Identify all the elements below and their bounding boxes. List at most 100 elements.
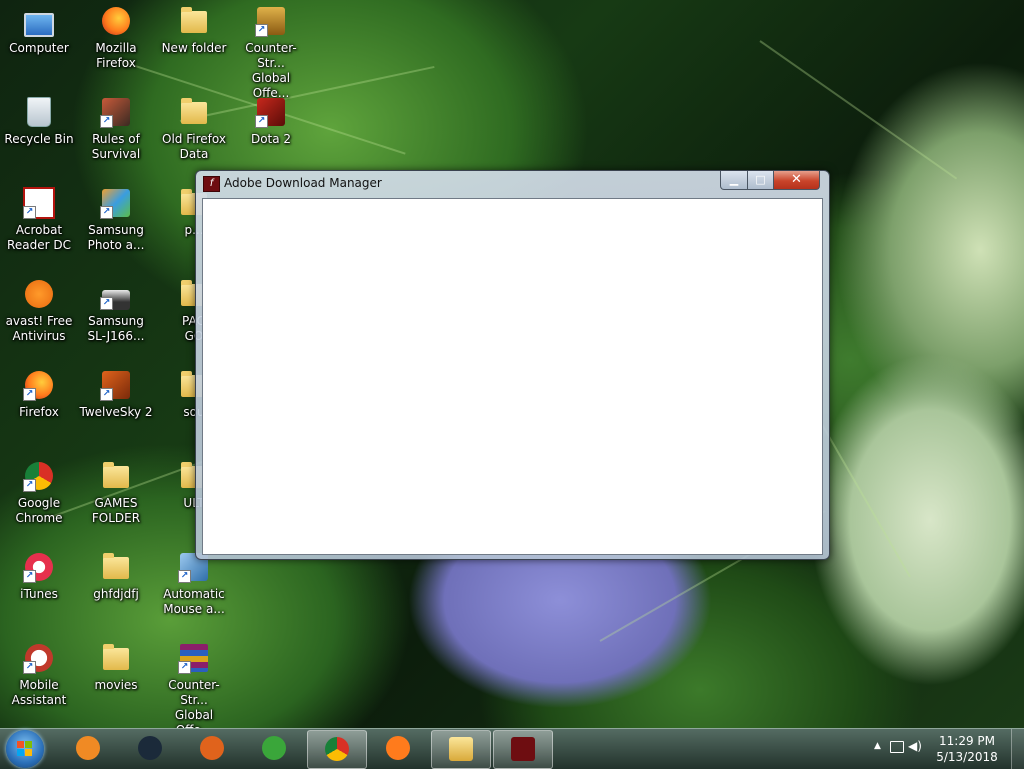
- desktop-icon[interactable]: ↗ iTunes: [1, 551, 77, 602]
- desktop-icon[interactable]: ↗ Counter-Str... Global Offe...: [156, 642, 232, 728]
- desktop-icon[interactable]: ↗ Samsung Photo a...: [78, 187, 154, 253]
- desktop-icon[interactable]: ↗ TwelveSky 2: [78, 369, 154, 420]
- folder-icon: [100, 460, 132, 492]
- desktop-icon[interactable]: Computer: [1, 5, 77, 56]
- maximize-button[interactable]: □: [747, 171, 774, 190]
- desktop-icon[interactable]: ↗ Automatic Mouse a...: [156, 551, 232, 617]
- volume-icon[interactable]: ◀): [908, 739, 922, 753]
- shortcut-arrow-icon: ↗: [178, 570, 191, 583]
- firefox-icon: [100, 5, 132, 37]
- desktop-icon[interactable]: ↗ Samsung SL-J166...: [78, 278, 154, 344]
- desktop-icon-label: Mozilla Firefox: [95, 41, 137, 70]
- desktop-icon-label: Google Chrome: [15, 496, 63, 525]
- taskbar-button-steam[interactable]: [121, 730, 179, 767]
- desktop-icon[interactable]: avast! Free Antivirus: [1, 278, 77, 344]
- chrome-icon: [325, 737, 349, 761]
- taskbar-button-adobe-download-manager[interactable]: [493, 730, 553, 769]
- desktop-icon[interactable]: ↗ Google Chrome: [1, 460, 77, 526]
- desktop-icon[interactable]: ↗ Acrobat Reader DC: [1, 187, 77, 253]
- shortcut-arrow-icon: ↗: [23, 570, 36, 583]
- desktop-icon[interactable]: GAMES FOLDER: [78, 460, 154, 526]
- shortcut-arrow-icon: ↗: [100, 388, 113, 401]
- start-button[interactable]: [6, 730, 44, 768]
- folder-icon: [449, 737, 473, 761]
- window-content-area: [202, 198, 823, 555]
- network-icon[interactable]: [890, 741, 904, 753]
- desktop-icon-label: TwelveSky 2: [79, 405, 153, 419]
- shortcut-arrow-icon: ↗: [100, 206, 113, 219]
- desktop-icon-label: avast! Free Antivirus: [5, 314, 73, 343]
- shortcut-arrow-icon: ↗: [178, 661, 191, 674]
- steam-icon: [138, 736, 162, 760]
- windows-logo-icon: [17, 741, 33, 757]
- desktop-icon-label: Computer: [9, 41, 69, 55]
- adobe-flash-icon: [511, 737, 535, 761]
- shortcut-arrow-icon: ↗: [100, 115, 113, 128]
- folder-icon: [100, 642, 132, 674]
- desktop-icon[interactable]: ghfdjdfj: [78, 551, 154, 602]
- desktop-icon[interactable]: Mozilla Firefox: [78, 5, 154, 71]
- close-button[interactable]: ✕: [773, 171, 820, 190]
- minimize-button[interactable]: ▁: [720, 171, 748, 190]
- printer-icon: ↗: [100, 278, 132, 310]
- desktop-icon-label: movies: [94, 678, 138, 692]
- desktop-icon-label: Firefox: [19, 405, 59, 419]
- desktop-icon-label: Mobile Assistant: [11, 678, 67, 707]
- window-title: Adobe Download Manager: [224, 176, 382, 190]
- desktop-icon[interactable]: Old Firefox Data: [156, 96, 232, 162]
- desktop-icon-label: Acrobat Reader DC: [7, 223, 71, 252]
- computer-icon: [23, 5, 55, 37]
- desktop-icon[interactable]: ↗ Mobile Assistant: [1, 642, 77, 708]
- folder-icon: [178, 5, 210, 37]
- desktop-icon[interactable]: movies: [78, 642, 154, 693]
- desktop-icon[interactable]: ↗ Counter-Str... Global Offe...: [233, 5, 309, 101]
- acrobat-icon: ↗: [23, 187, 55, 219]
- taskbar-button-chrome[interactable]: [307, 730, 367, 769]
- mobile-assistant-icon: ↗: [23, 642, 55, 674]
- desktop-icon-label: Counter-Str... Global Offe...: [245, 41, 297, 100]
- desktop-icon-label: Counter-Str... Global Offe...: [168, 678, 220, 728]
- taskbar-button-firefox[interactable]: [369, 730, 427, 767]
- recycle-bin-icon: [23, 96, 55, 128]
- rules-of-survival-icon: ↗: [100, 96, 132, 128]
- desktop-icon[interactable]: ↗ Dota 2: [233, 96, 309, 147]
- taskbar-button-twelvesky[interactable]: [183, 730, 241, 767]
- clock-time[interactable]: 11:29 PM: [922, 734, 1012, 748]
- system-tray: ▲ ◀) 11:29 PM 5/13/2018: [864, 729, 1024, 769]
- media-player-icon: [76, 736, 100, 760]
- samsung-photo-icon: ↗: [100, 187, 132, 219]
- title-bar[interactable]: f Adobe Download Manager ▁ □ ✕: [196, 171, 829, 197]
- desktop-icon-label: Samsung SL-J166...: [87, 314, 145, 343]
- folder-icon: [100, 551, 132, 583]
- desktop-icon-label: Dota 2: [250, 132, 292, 146]
- desktop-icon[interactable]: Recycle Bin: [1, 96, 77, 147]
- shortcut-arrow-icon: ↗: [23, 206, 36, 219]
- shortcut-arrow-icon: ↗: [255, 24, 268, 37]
- twelvesky-icon: ↗: [100, 369, 132, 401]
- desktop-icon-label: Samsung Photo a...: [87, 223, 145, 252]
- desktop-icon[interactable]: ↗ Rules of Survival: [78, 96, 154, 162]
- chrome-icon: ↗: [23, 460, 55, 492]
- folder-icon: [178, 96, 210, 128]
- adobe-flash-icon: f: [203, 176, 220, 192]
- taskbar: ▲ ◀) 11:29 PM 5/13/2018: [0, 728, 1024, 769]
- clock-date[interactable]: 5/13/2018: [922, 750, 1012, 764]
- dota2-icon: ↗: [255, 96, 287, 128]
- desktop-icon-label: Rules of Survival: [91, 132, 141, 161]
- taskbar-button-installer[interactable]: [245, 730, 303, 767]
- desktop-icon-label: iTunes: [20, 587, 58, 601]
- desktop-icon-label: GAMES FOLDER: [91, 496, 141, 525]
- desktop-icon-label: New folder: [161, 41, 227, 55]
- desktop-icon-label: Automatic Mouse a...: [163, 587, 225, 616]
- taskbar-button-explorer[interactable]: [431, 730, 491, 769]
- firefox-icon: [386, 736, 410, 760]
- desktop-icon-label: ghfdjdfj: [93, 587, 139, 601]
- desktop-icon-label: Recycle Bin: [4, 132, 74, 146]
- adobe-download-manager-window[interactable]: f Adobe Download Manager ▁ □ ✕: [195, 170, 830, 560]
- desktop-icon-label: Old Firefox Data: [162, 132, 226, 161]
- show-hidden-arrow-icon[interactable]: ▲: [874, 741, 881, 751]
- show-desktop-button[interactable]: [1011, 729, 1024, 769]
- desktop-icon[interactable]: ↗ Firefox: [1, 369, 77, 420]
- taskbar-button-media-player[interactable]: [59, 730, 117, 767]
- desktop-icon[interactable]: New folder: [156, 5, 232, 56]
